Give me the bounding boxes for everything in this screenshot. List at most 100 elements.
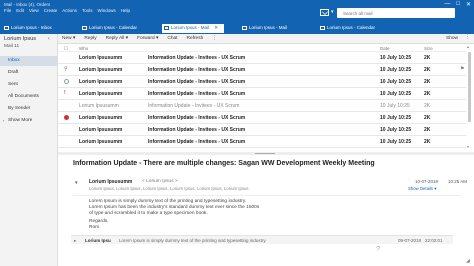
toolbar: New ▾ Reply Reply All ▾ Forward ▾ Chat R… [58,34,474,44]
mail-icon [4,26,9,30]
chevron-down-icon[interactable]: ▾ [75,180,78,186]
thread-preview: Lorem Ipsum is simply dummy text of the … [119,238,267,243]
message-date: 10 July 10:25 [380,127,412,133]
splitter-grip[interactable] [255,153,275,154]
message-list-scrollbar[interactable]: ▴ ▾ [466,44,472,152]
thread-item[interactable]: ▸ Lorium Ipsu Lorem Ipsum is simply dumm… [71,235,453,244]
search-box[interactable] [337,8,455,18]
message-subject-heading: Information Update - There are multiple … [73,160,375,167]
window-title: Mail - Inbox (4), Orders [4,2,51,7]
tab-calendar[interactable]: Lorium Ipsus - Calendar [80,24,143,33]
show-details-link[interactable]: Show Details ▾ [408,186,436,192]
sidebar-item-label: Sent [8,82,18,87]
message-subject: Information Update - Invitees - UX Scrum [148,103,240,109]
tab-label: Lorium Ipsus - Mail [171,25,210,30]
menu-edit[interactable]: Edit [16,8,24,13]
sender-email[interactable]: < Lorium Ipsus > [142,179,178,184]
mail-icon [242,26,247,30]
window-controls: — □ ✕ [444,1,471,8]
message-signoff: Regards, [89,219,109,224]
thread-date: 09-07-2018 [398,238,422,243]
message-size: 2K [424,103,431,109]
mail-icon[interactable] [320,9,329,16]
tab-bar: Lorium Ipsus - Inbox Lorium Ipsus - Cale… [0,22,474,34]
account-name[interactable]: Lorium Ipsus [4,36,36,42]
message-row[interactable]: Lorium Ipsusumm Information Update - Inv… [58,124,466,136]
tab-calendar-2[interactable]: Lorium Ipsus - Calendar [318,24,381,33]
message-sender: Lorium Ipsusumm [79,127,123,133]
message-row[interactable]: ! Lorium Ipsusumm Information Update - I… [58,88,466,100]
sidebar-item-label: By Sender [8,106,31,111]
tab-mail[interactable]: Lorium Ipsus - Mail [240,24,293,33]
tab-label: Lorium Ipsus - Inbox [11,25,52,30]
message-date: 10-07-2018 [415,179,439,184]
message-subject: Information Update - Invitees - UX Scrum [148,55,246,61]
reply-button[interactable]: Reply [84,36,96,41]
message-size: 2K [424,91,431,97]
refresh-button[interactable]: Refresh [187,36,204,41]
tab-label: Lorium Ipsus - Mail [249,25,288,30]
scroll-up-icon[interactable]: ▴ [467,44,469,49]
message-size: 2K [424,127,431,133]
menu-create[interactable]: Create [44,8,58,13]
message-row[interactable]: Lorium Ipsusumm Information Update - Inv… [58,112,466,124]
sidebar-item-draft[interactable]: Draft [0,68,57,78]
tab-label: Lorium Ipsus - Calendar [327,25,376,30]
unread-dot-icon [64,115,69,120]
chevron-right-icon: › [3,118,5,123]
chevron-left-icon[interactable]: ‹ [48,36,50,42]
checkbox-icon[interactable]: ☐ [64,46,68,52]
scrollbar-thumb[interactable] [468,52,471,122]
message-sender: Lorium Ipsusumm [79,139,123,145]
message-row[interactable]: Lorium Ipsusumm Information Update - Inv… [58,52,466,64]
tab-mail-active[interactable]: Lorium Ipsus - Mail ✕ [162,24,225,33]
sidebar-item-by-sender[interactable]: By Sender [0,104,57,114]
overflow-menu-icon[interactable]: ⋮ [465,35,470,40]
menu-tools[interactable]: Tools [82,8,93,13]
menu-windows[interactable]: Windows [98,8,116,13]
message-date: 10 July 10:25 [380,103,410,109]
column-who[interactable]: Who [79,46,88,51]
scroll-down-icon[interactable]: ▾ [467,144,469,149]
message-row[interactable]: Lorium Ipsusumm Information Update - Inv… [58,136,466,148]
message-subject: Information Update - Invitees - UX Scrum [148,67,246,73]
message-date: 10 July 10:25 [380,115,412,121]
close-button[interactable]: ✕ [466,1,471,8]
sidebar-item-sent[interactable]: Sent [0,80,57,90]
menu-actions[interactable]: Actions [62,8,77,13]
message-row[interactable]: Lorium Ipsusumm Information Update - Inv… [58,100,466,112]
flag-icon[interactable]: ⚑ [460,66,464,72]
tab-label: Lorium Ipsus - Calendar [89,25,138,30]
show-button[interactable]: Show [446,36,458,41]
resize-grip-icon[interactable]: ◢ [466,258,470,264]
chevron-down-icon[interactable]: ▾ [331,9,334,15]
message-size: 2K [424,115,431,121]
sender-name[interactable]: Lorium Ipsusumm [89,179,132,185]
forward-button[interactable]: Forward ▾ [137,36,158,41]
message-date: 10 July 10:25 [380,67,412,73]
message-sender: Lorium Ipsusumm [79,115,123,121]
chat-button[interactable]: Chat [167,36,177,41]
column-size[interactable]: Size [424,46,433,51]
help-icon[interactable]: ? [376,246,380,253]
sidebar-item-label: Inbox [8,58,20,63]
sidebar-item-show-more[interactable]: › Show More [0,116,57,126]
menu-help[interactable]: Help [121,8,130,13]
chevron-right-icon[interactable]: ▸ [74,238,76,244]
sidebar-item-inbox[interactable]: Inbox [0,56,57,66]
maximize-button[interactable]: □ [456,1,460,8]
new-button[interactable]: New ▾ [62,36,75,41]
menu-view[interactable]: View [29,8,39,13]
message-row[interactable]: Lorium Ipsusumm Information Update - Inv… [58,76,466,88]
close-tab-icon[interactable]: ✕ [214,25,218,30]
message-row[interactable]: ⚲ Lorium Ipsusumm Information Update - I… [58,64,466,76]
message-time: 10:25 AM [448,179,468,184]
sidebar-item-all-documents[interactable]: All Documents [0,92,57,102]
more-options-icon[interactable]: ⋮ [212,36,217,41]
reply-all-button[interactable]: Reply All ▾ [106,36,128,41]
menu-file[interactable]: File [4,8,11,13]
column-date[interactable]: Date [380,46,390,51]
search-input[interactable] [337,8,455,18]
tab-inbox[interactable]: Lorium Ipsus - Inbox [2,24,58,33]
minimize-button[interactable]: — [444,1,450,8]
